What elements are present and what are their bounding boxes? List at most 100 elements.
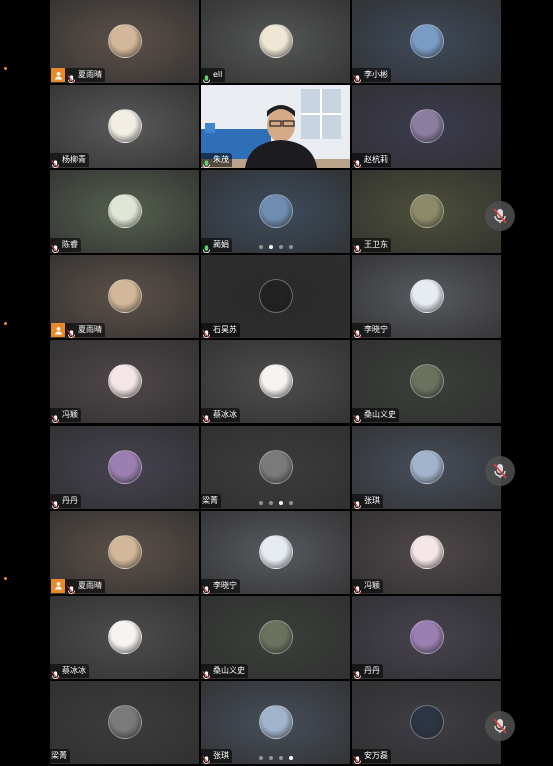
participant-tile[interactable]: 张琪: [352, 425, 501, 509]
mic-muted-icon: [202, 751, 211, 764]
participant-tile[interactable]: 桑山义史: [201, 595, 350, 679]
page-marker-dot: [4, 577, 7, 580]
host-badge-icon: [51, 68, 65, 82]
avatar: [259, 279, 293, 314]
participant-label: 赵杭莉: [352, 153, 391, 169]
audio-muted-icon: [493, 718, 507, 734]
participant-tile[interactable]: 夏雨晴: [50, 510, 199, 594]
participant-tile[interactable]: 李晓宁: [201, 510, 350, 594]
audio-muted-icon: [493, 463, 507, 479]
page-dot[interactable]: [268, 755, 273, 760]
mic-muted-icon: [51, 410, 60, 424]
participant-tile[interactable]: 张琪: [201, 680, 350, 764]
page-dot[interactable]: [258, 500, 263, 505]
participant-name: 张琪: [364, 495, 380, 505]
page-indicator[interactable]: [258, 245, 293, 250]
participant-name: 张琪: [213, 750, 229, 760]
page-marker-dot: [4, 67, 7, 70]
participant-tile[interactable]: 安万磊: [352, 680, 501, 764]
page-dot[interactable]: [288, 500, 293, 505]
mic-muted-icon: [67, 581, 76, 594]
avatar: [259, 534, 293, 569]
page-dot[interactable]: [258, 245, 263, 250]
participant-name: 杨柳青: [62, 155, 86, 165]
participant-label: ell: [201, 68, 226, 83]
avatar: [259, 619, 293, 654]
participant-tile[interactable]: 冯颖: [352, 510, 501, 594]
mic-muted-icon: [353, 240, 362, 254]
mic-icon: [202, 155, 211, 169]
participant-tile[interactable]: 桑山义史: [352, 340, 501, 424]
participant-tile[interactable]: 王卫东: [352, 170, 501, 254]
page-dot[interactable]: [288, 245, 293, 250]
page-dot[interactable]: [278, 755, 283, 760]
participant-tile[interactable]: 陈睿: [50, 170, 199, 254]
avatar: [259, 704, 293, 739]
mic-muted-icon: [202, 325, 211, 339]
participant-tile[interactable]: 夏雨晴: [50, 255, 199, 339]
avatar: [259, 194, 293, 229]
mic-muted-icon: [51, 240, 60, 254]
avatar: [108, 279, 142, 314]
mute-audio-button[interactable]: [485, 201, 515, 231]
avatar: [108, 619, 142, 654]
participant-tile[interactable]: 赵杭莉: [352, 85, 501, 169]
page-dot[interactable]: [278, 500, 283, 505]
participant-tile[interactable]: 李小彬: [352, 0, 501, 83]
participant-tile[interactable]: 蔡冰冰: [50, 595, 199, 679]
participant-name: ell: [213, 70, 223, 79]
participant-tile[interactable]: 蔡冰冰: [201, 340, 350, 424]
participant-name: 陈睿: [62, 240, 78, 250]
host-badge-icon: [51, 578, 65, 593]
participant-tile[interactable]: ell: [201, 0, 350, 83]
page-dot[interactable]: [278, 245, 283, 250]
mic-muted-icon: [202, 581, 211, 594]
mic-muted-icon: [353, 751, 362, 764]
participant-tile[interactable]: 丹丹: [352, 595, 501, 679]
participant-label: 蔺娟: [201, 238, 232, 254]
participant-tile[interactable]: 朱茂: [201, 85, 350, 169]
page-indicator[interactable]: [258, 500, 293, 505]
mic-muted-icon: [353, 581, 362, 594]
avatar: [410, 194, 444, 229]
participant-label: 陈睿: [50, 238, 81, 254]
mute-audio-button[interactable]: [485, 711, 515, 741]
participant-tile[interactable]: 冯颖: [50, 340, 199, 424]
mute-audio-button[interactable]: [485, 456, 515, 486]
page-dot[interactable]: [288, 755, 293, 760]
participant-tile[interactable]: 杨柳青: [50, 85, 199, 169]
participant-label: 张琪: [352, 493, 383, 509]
participant-tile[interactable]: 梁菁: [50, 680, 199, 764]
participant-label: 夏雨晴: [50, 578, 105, 594]
participant-label: 朱茂: [201, 153, 232, 169]
participant-name: 李晓宁: [364, 325, 388, 335]
participant-name: 梁菁: [202, 495, 218, 505]
participant-label: 夏雨晴: [50, 68, 105, 83]
participant-tile[interactable]: 石昊苏: [201, 255, 350, 339]
mic-icon: [202, 240, 211, 254]
avatar: [108, 534, 142, 569]
mic-muted-icon: [67, 70, 76, 83]
mic-muted-icon: [51, 496, 60, 509]
participant-name: 梁菁: [51, 750, 67, 760]
participant-name: 安万磊: [364, 750, 388, 760]
audio-muted-icon: [493, 208, 507, 224]
participant-tile[interactable]: 蔺娟: [201, 170, 350, 254]
participant-tile[interactable]: 梁菁: [201, 425, 350, 509]
participant-label: 蔡冰冰: [201, 408, 240, 424]
participant-label: 梁菁: [201, 493, 221, 508]
participant-label: 蔡冰冰: [50, 663, 89, 679]
participant-gallery: 夏雨晴 ell 李小彬 杨柳青 朱茂 赵杭莉 陈睿 蔺娟 王卫东 夏雨晴 石昊苏 李晓宁 冯颖 蔡冰冰桑…: [50, 0, 503, 766]
mic-muted-icon: [353, 325, 362, 339]
page-dot[interactable]: [268, 245, 273, 250]
mic-muted-icon: [353, 70, 362, 83]
page-dot[interactable]: [268, 500, 273, 505]
participant-label: 石昊苏: [201, 323, 240, 339]
page-dot[interactable]: [258, 755, 263, 760]
participant-tile[interactable]: 李晓宁: [352, 255, 501, 339]
avatar: [108, 194, 142, 229]
participant-tile[interactable]: 丹丹: [50, 425, 199, 509]
participant-tile[interactable]: 夏雨晴: [50, 0, 199, 83]
mic-muted-icon: [353, 410, 362, 424]
page-indicator[interactable]: [258, 755, 293, 760]
